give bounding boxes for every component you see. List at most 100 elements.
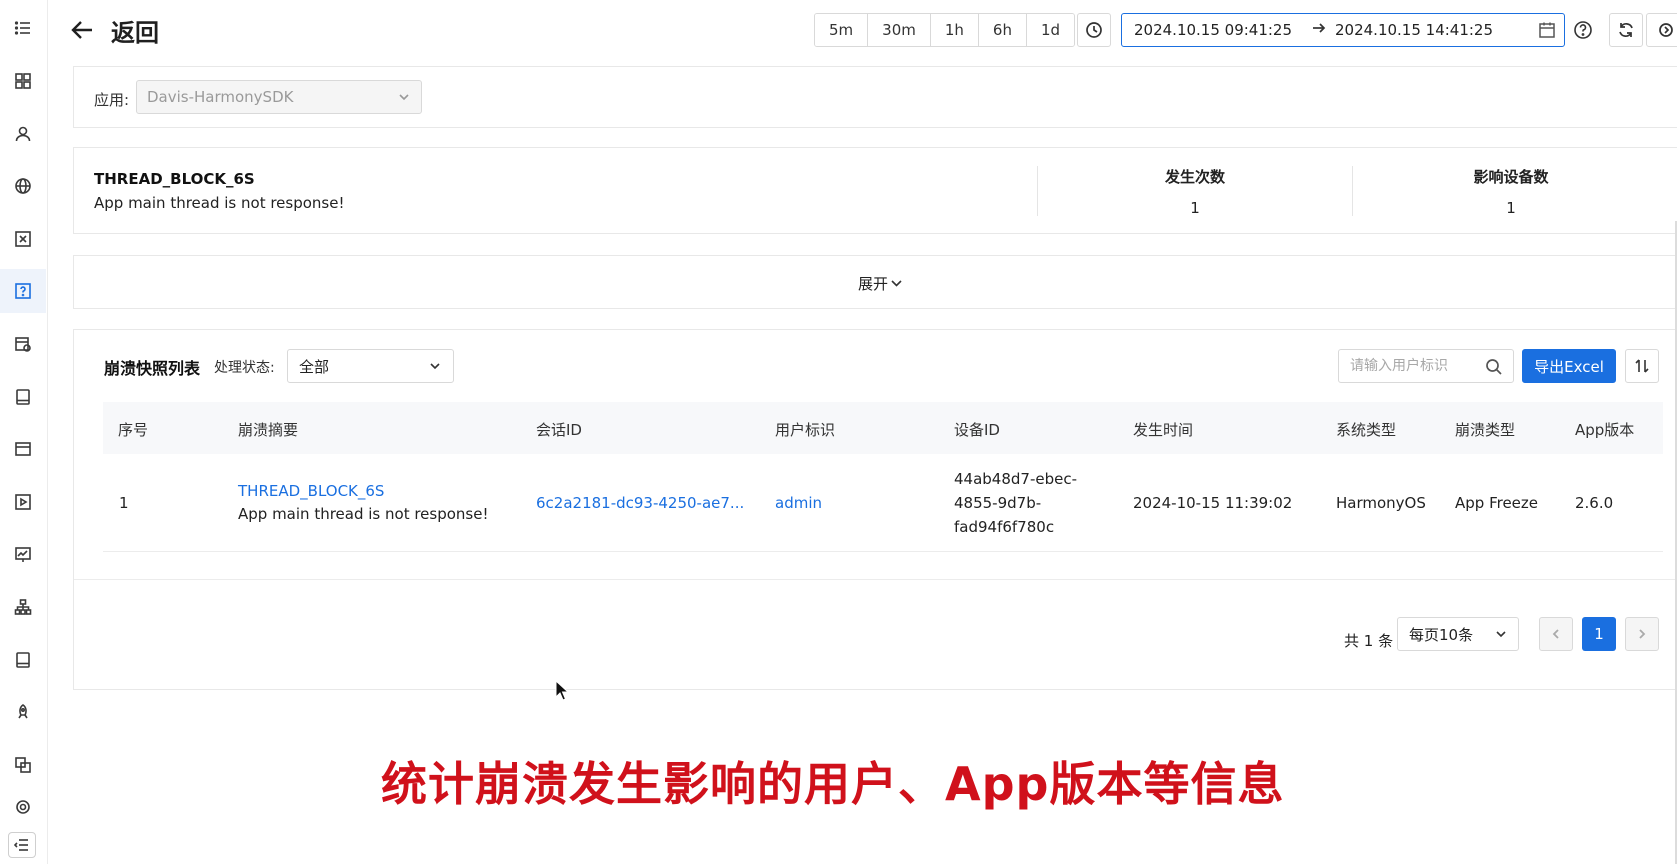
- expand-bar[interactable]: 展开: [73, 255, 1677, 309]
- video-play-icon[interactable]: [0, 480, 46, 524]
- menu-list-icon[interactable]: [0, 6, 46, 50]
- row-summary-title-link[interactable]: THREAD_BLOCK_6S: [238, 482, 384, 500]
- affected-devices-value: 1: [1506, 199, 1516, 217]
- back-arrow-icon[interactable]: [70, 17, 96, 43]
- range-30m-button[interactable]: 30m: [868, 14, 931, 46]
- refresh-button[interactable]: [1609, 13, 1643, 47]
- column-header-index: 序号: [118, 421, 149, 439]
- chevron-down-icon: [1494, 627, 1508, 645]
- status-label: 处理状态:: [214, 360, 275, 376]
- row-time: 2024-10-15 11:39:02: [1133, 494, 1293, 512]
- table-row[interactable]: 1 THREAD_BLOCK_6S App main thread is not…: [103, 454, 1663, 552]
- column-header-summary: 崩溃摘要: [238, 421, 299, 439]
- column-header-device-id: 设备ID: [954, 421, 1000, 439]
- dashboard-grid-icon[interactable]: [0, 59, 46, 103]
- chevron-down-icon: [428, 359, 442, 377]
- column-header-session-id: 会话ID: [536, 421, 582, 439]
- page-size-value: 每页10条: [1409, 625, 1474, 644]
- sort-icon: [1635, 359, 1649, 373]
- history-clock-icon: [1086, 22, 1102, 38]
- search-icon[interactable]: [1485, 358, 1503, 380]
- date-start[interactable]: 2024.10.15 09:41:25: [1134, 21, 1292, 39]
- app-select-value: Davis-HarmonySDK: [147, 88, 294, 106]
- left-sidebar: [0, 0, 48, 864]
- pagination-total: 共 1 条: [1344, 632, 1394, 650]
- divider: [1037, 166, 1038, 216]
- monitor-chart-icon[interactable]: [0, 533, 46, 577]
- sort-button[interactable]: [1625, 349, 1659, 383]
- chevron-down-icon: [397, 90, 411, 108]
- column-header-time: 发生时间: [1133, 421, 1194, 439]
- status-select-value: 全部: [299, 357, 330, 376]
- refresh-icon: [1619, 23, 1633, 37]
- chevron-left-icon: [1552, 629, 1559, 639]
- auto-refresh-button[interactable]: [1646, 13, 1677, 47]
- arrow-right-icon: [1312, 21, 1326, 39]
- user-icon[interactable]: [0, 112, 46, 156]
- app-filter-card: 应用: Davis-HarmonySDK: [73, 66, 1677, 128]
- copy-stack-icon[interactable]: [0, 743, 46, 787]
- calendar-check-icon[interactable]: [0, 322, 46, 366]
- range-1d-button[interactable]: 1d: [1026, 14, 1075, 46]
- row-crash-type: App Freeze: [1455, 494, 1539, 512]
- range-1h-button[interactable]: 1h: [930, 14, 979, 46]
- quick-range-group: 5m 30m 1h 6h 1d: [814, 13, 1076, 47]
- settings-gear-icon[interactable]: [0, 792, 46, 822]
- user-search-box[interactable]: [1338, 349, 1514, 383]
- row-os: HarmonyOS: [1336, 494, 1426, 512]
- user-search-input[interactable]: [1339, 350, 1474, 382]
- chevron-right-icon: [1639, 629, 1646, 639]
- expand-toggle[interactable]: 展开: [858, 273, 903, 294]
- column-header-app-version: App版本: [1575, 421, 1635, 439]
- hierarchy-icon[interactable]: [0, 585, 46, 629]
- row-app-version: 2.6.0: [1575, 494, 1614, 512]
- overlay-caption: 统计崩溃发生影响的用户、App版本等信息: [381, 757, 1285, 811]
- error-box-icon[interactable]: [0, 217, 46, 261]
- crash-summary-card: THREAD_BLOCK_6S App main thread is not r…: [73, 147, 1677, 234]
- divider: [1352, 166, 1353, 216]
- divider: [74, 579, 1677, 580]
- column-header-crash-type: 崩溃类型: [1455, 421, 1516, 439]
- page-size-select[interactable]: 每页10条: [1397, 617, 1519, 651]
- chevron-down-icon: [891, 280, 902, 287]
- crash-description: App main thread is not response!: [94, 194, 345, 212]
- card-icon[interactable]: [0, 427, 46, 471]
- row-device-id-line: 4855-9d7b-: [954, 494, 1042, 512]
- app-select[interactable]: Davis-HarmonySDK: [136, 80, 422, 114]
- next-page-button[interactable]: [1625, 617, 1659, 651]
- rocket-icon[interactable]: [0, 690, 46, 734]
- expand-label: 展开: [858, 275, 889, 293]
- row-summary-desc: App main thread is not response!: [238, 505, 489, 523]
- app-label: 应用:: [94, 91, 130, 109]
- history-clock-button[interactable]: [1077, 13, 1111, 47]
- table-header: 序号 崩溃摘要 会话ID 用户标识 设备ID 发生时间 系统类型 崩溃类型 Ap…: [103, 402, 1663, 454]
- range-5m-button[interactable]: 5m: [815, 14, 869, 46]
- date-range-picker[interactable]: 2024.10.15 09:41:25 2024.10.15 14:41:25: [1121, 13, 1565, 47]
- app-root: 返回 5m 30m 1h 6h 1d 2024.10.15 09:41:25 2…: [0, 0, 1677, 864]
- globe-icon[interactable]: [0, 164, 46, 208]
- row-user-link[interactable]: admin: [775, 494, 822, 512]
- back-title[interactable]: 返回: [111, 13, 159, 48]
- status-select[interactable]: 全部: [287, 349, 454, 383]
- help-question-icon[interactable]: [1573, 20, 1593, 40]
- occurrences-label: 发生次数: [1164, 168, 1225, 186]
- row-index: 1: [119, 494, 129, 512]
- auto-refresh-icon: [1659, 23, 1673, 37]
- affected-devices-label: 影响设备数: [1473, 168, 1549, 186]
- column-header-user: 用户标识: [775, 421, 836, 439]
- occurrences-value: 1: [1190, 199, 1200, 217]
- crash-snapshot-list-card: 崩溃快照列表 处理状态: 全部 导出Excel 序号 崩溃摘要 会话ID 用户标…: [73, 329, 1677, 690]
- page-number-button[interactable]: 1: [1582, 617, 1616, 651]
- export-excel-button[interactable]: 导出Excel: [1522, 349, 1616, 383]
- crash-question-icon[interactable]: [0, 269, 46, 313]
- tablet-icon[interactable]: [0, 375, 46, 419]
- crash-title: THREAD_BLOCK_6S: [94, 170, 255, 188]
- date-end[interactable]: 2024.10.15 14:41:25: [1335, 21, 1493, 39]
- range-6h-button[interactable]: 6h: [978, 14, 1027, 46]
- calendar-icon[interactable]: [1538, 21, 1556, 43]
- collapse-sidebar-icon[interactable]: [8, 832, 36, 858]
- row-session-id-link[interactable]: 6c2a2181-dc93-4250-ae7...: [536, 494, 744, 512]
- prev-page-button[interactable]: [1539, 617, 1573, 651]
- row-device-id-line: 44ab48d7-ebec-: [954, 470, 1078, 488]
- device-icon[interactable]: [0, 638, 46, 682]
